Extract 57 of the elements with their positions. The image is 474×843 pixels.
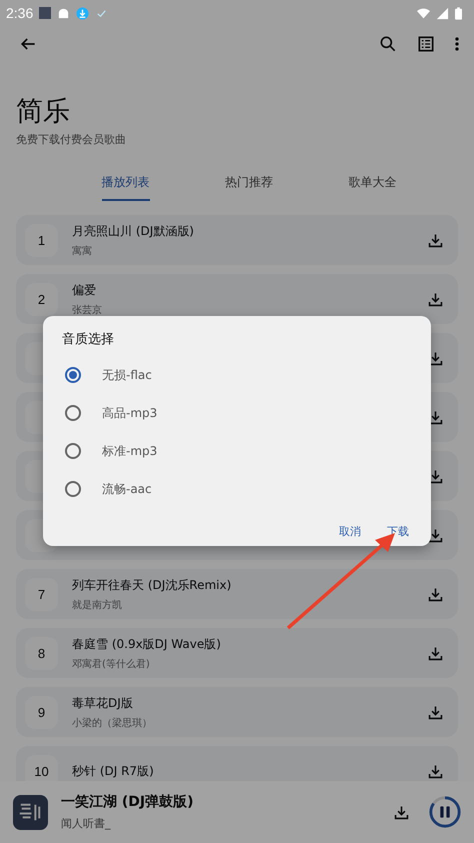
search-icon[interactable]: [378, 34, 398, 54]
tab[interactable]: 歌单大全: [348, 174, 396, 193]
download-icon[interactable]: [427, 290, 444, 308]
pause-button[interactable]: [428, 795, 462, 829]
dialog-button[interactable]: 取消: [337, 520, 363, 543]
wifi-icon: [417, 6, 430, 20]
track-number: 7: [25, 578, 58, 610]
album-cover[interactable]: [13, 794, 48, 830]
song-card[interactable]: 7 列车开往春天 (DJ沈乐Remix) 就是南方凯: [16, 569, 458, 619]
radio-button[interactable]: [65, 481, 81, 497]
quality-option[interactable]: 标准-mp3: [62, 432, 392, 470]
tab[interactable]: 热门推荐: [224, 174, 273, 193]
list-icon[interactable]: [416, 34, 436, 54]
quality-option[interactable]: 流畅-aac: [62, 470, 392, 508]
track-number: 8: [25, 636, 58, 670]
quality-option[interactable]: 无损-flac: [62, 356, 392, 394]
download-icon[interactable]: [427, 526, 444, 544]
download-icon[interactable]: [427, 232, 444, 248]
track-number: 9: [25, 696, 58, 728]
tab[interactable]: 播放列表: [102, 174, 150, 201]
status-time: 2:36: [6, 5, 34, 21]
dialog-title: 音质选择: [62, 331, 115, 348]
download-icon[interactable]: [427, 704, 444, 720]
song-card[interactable]: 10 秒针 (DJ R7版): [16, 746, 458, 783]
download-icon[interactable]: [427, 644, 444, 662]
song-card[interactable]: 9 毒草花DJ版 小梁的（梁思琪）: [16, 687, 458, 737]
radio-button[interactable]: [65, 443, 81, 459]
track-number: 2: [25, 282, 58, 316]
radio-button[interactable]: [65, 367, 81, 383]
signal-icon: [436, 6, 449, 20]
song-title: 列车开往春天 (DJ沈乐Remix): [72, 576, 232, 594]
song-artist: 就是南方凯: [72, 598, 123, 612]
song-artist: 邓寓君(等什么君): [72, 658, 151, 670]
song-title: 秒针 (DJ R7版): [72, 762, 155, 780]
now-playing-artist: 闻人听書_: [61, 816, 112, 831]
song-card[interactable]: 1 月亮照山川 (DJ默涵版) 寓寓: [16, 215, 458, 265]
app-subtitle: 免费下载付费会员歌曲: [16, 132, 127, 147]
now-playing-title: 一笑江湖 (DJ弹鼓版): [61, 793, 195, 811]
song-title: 春庭雪 (0.9x版DJ Wave版): [72, 636, 222, 652]
quality-option[interactable]: 高品-mp3: [62, 394, 392, 432]
song-title: 月亮照山川 (DJ默涵版): [72, 222, 195, 240]
song-card[interactable]: 8 春庭雪 (0.9x版DJ Wave版) 邓寓君(等什么君): [16, 628, 458, 678]
battery-icon: [455, 6, 462, 20]
download-icon[interactable]: [427, 586, 444, 602]
download-icon[interactable]: [393, 804, 410, 820]
app-title: 简乐: [16, 95, 71, 129]
song-artist: 张芸京: [72, 304, 103, 316]
song-artist: 小梁的（梁思琪）: [72, 716, 153, 730]
song-artist: 寓寓: [72, 244, 93, 258]
notification-icon: [39, 7, 52, 19]
song-title: 毒草花DJ版: [72, 694, 134, 712]
song-title: 偏爱: [72, 282, 97, 298]
track-number: 10: [25, 754, 58, 783]
download-icon[interactable]: [427, 762, 444, 780]
track-number: 1: [25, 224, 58, 256]
radio-button[interactable]: [65, 405, 81, 421]
download-icon: [76, 6, 90, 20]
